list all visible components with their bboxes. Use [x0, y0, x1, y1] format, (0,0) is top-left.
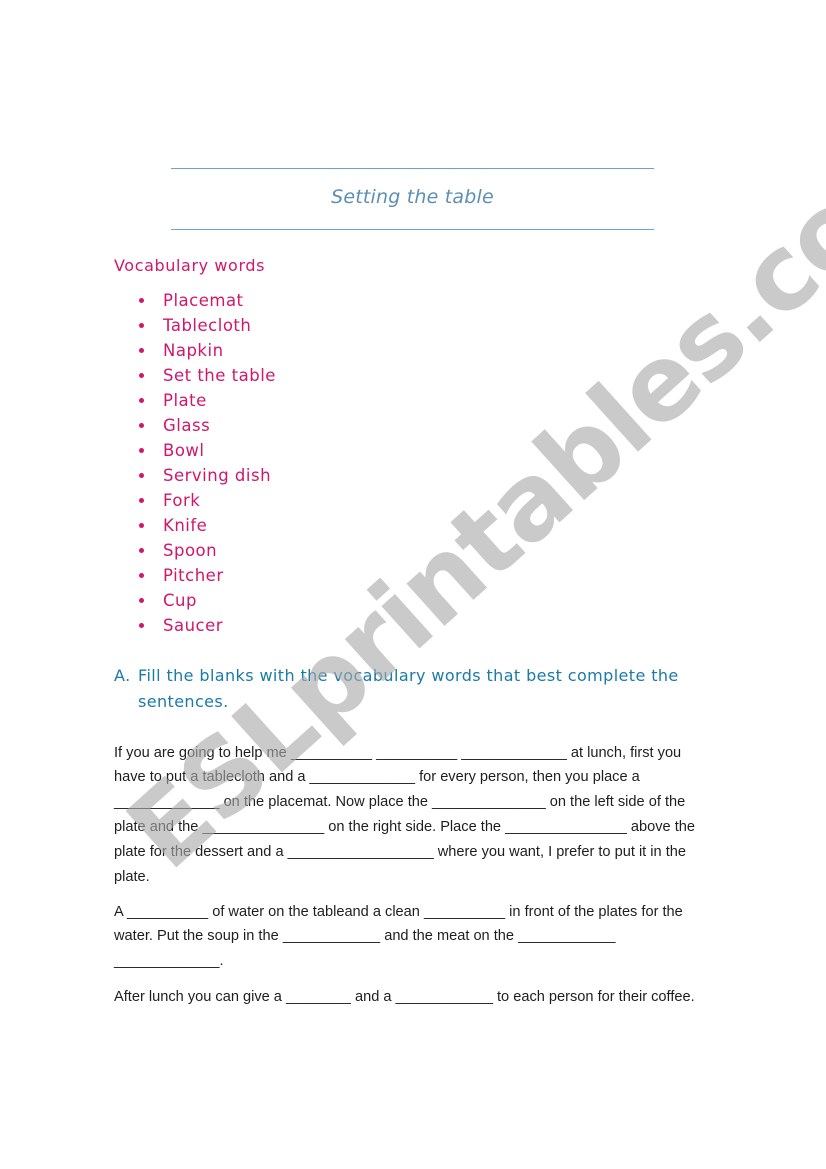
vocabulary-item: Serving dish: [114, 465, 276, 490]
bullet-icon: [139, 473, 144, 478]
title-bottom-rule: [171, 229, 654, 230]
vocabulary-item: Cup: [114, 590, 276, 615]
bullet-icon: [139, 448, 144, 453]
vocabulary-list: Placemat Tablecloth Napkin Set the table…: [114, 290, 276, 640]
exercise-letter: A.: [114, 666, 131, 685]
vocabulary-item: Spoon: [114, 540, 276, 565]
vocabulary-item: Plate: [114, 390, 276, 415]
fill-in-paragraph-2: A __________ of water on the tableand a …: [114, 903, 683, 970]
vocabulary-word: Glass: [163, 416, 211, 435]
vocabulary-word: Knife: [163, 516, 208, 535]
vocabulary-item: Set the table: [114, 365, 276, 390]
bullet-icon: [139, 348, 144, 353]
vocabulary-word: Spoon: [163, 541, 218, 560]
bullet-icon: [139, 398, 144, 403]
page-title: Setting the table: [331, 186, 494, 208]
bullet-icon: [139, 573, 144, 578]
exercise-instruction: A. Fill the blanks with the vocabulary w…: [114, 663, 714, 715]
vocabulary-item: Pitcher: [114, 565, 276, 590]
bullet-icon: [139, 323, 144, 328]
worksheet-page: Setting the table Vocabulary words Place…: [0, 0, 826, 1169]
fill-in-paragraph-1: If you are going to help me __________ _…: [114, 744, 696, 885]
vocabulary-word: Serving dish: [163, 466, 272, 485]
exercise-instruction-text: Fill the blanks with the vocabulary word…: [138, 666, 679, 711]
vocabulary-word: Bowl: [163, 441, 205, 460]
vocabulary-word: Fork: [163, 491, 201, 510]
vocabulary-word: Tablecloth: [163, 316, 252, 335]
vocabulary-word: Placemat: [163, 291, 244, 310]
vocabulary-word: Napkin: [163, 341, 224, 360]
vocabulary-word: Pitcher: [163, 566, 224, 585]
bullet-icon: [139, 423, 144, 428]
vocabulary-word: Set the table: [163, 366, 276, 385]
vocabulary-word: Saucer: [163, 616, 224, 635]
vocabulary-item: Napkin: [114, 340, 276, 365]
bullet-icon: [139, 548, 144, 553]
vocabulary-item: Knife: [114, 515, 276, 540]
bullet-icon: [139, 373, 144, 378]
title-top-rule: [171, 168, 654, 169]
bullet-icon: [139, 298, 144, 303]
vocabulary-item: Placemat: [114, 290, 276, 315]
vocabulary-item: Bowl: [114, 440, 276, 465]
bullet-icon: [139, 623, 144, 628]
vocabulary-item: Saucer: [114, 615, 276, 640]
vocabulary-item: Fork: [114, 490, 276, 515]
bullet-icon: [139, 598, 144, 603]
bullet-icon: [139, 498, 144, 503]
vocabulary-heading: Vocabulary words: [114, 256, 266, 275]
bullet-icon: [139, 523, 144, 528]
fill-in-paragraph-3: After lunch you can give a ________ and …: [114, 988, 695, 1005]
vocabulary-item: Tablecloth: [114, 315, 276, 340]
vocabulary-item: Glass: [114, 415, 276, 440]
vocabulary-word: Cup: [163, 591, 197, 610]
vocabulary-word: Plate: [163, 391, 207, 410]
